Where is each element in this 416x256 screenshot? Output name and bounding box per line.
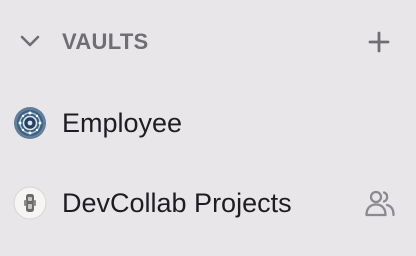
plus-icon xyxy=(368,31,390,53)
vault-item-devcollab-projects[interactable]: DevCollab Projects xyxy=(0,175,416,229)
vault-label-devcollab-projects: DevCollab Projects xyxy=(62,188,292,218)
vaults-section-title: VAULTS xyxy=(62,29,149,54)
people-icon xyxy=(365,190,395,217)
add-vault-button[interactable] xyxy=(366,29,392,55)
vault-label-employee: Employee xyxy=(62,108,183,138)
vaults-section-header: VAULTS xyxy=(0,18,416,66)
chevron-down-icon[interactable] xyxy=(18,29,42,53)
vault-item-employee[interactable]: Employee xyxy=(0,95,416,149)
employee-vault-icon xyxy=(14,107,46,139)
devcollab-vault-icon xyxy=(13,186,47,220)
